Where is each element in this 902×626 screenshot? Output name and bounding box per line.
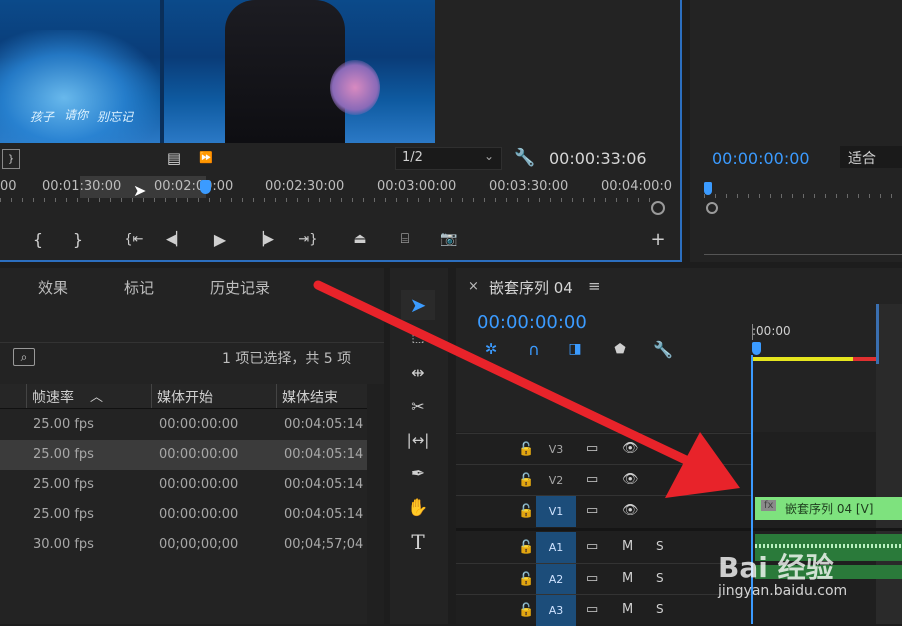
watermark-url: jingyan.baidu.com (718, 583, 848, 599)
watermark-brand: Bai 经验 (718, 551, 834, 584)
annotation-arrow-shaft (313, 280, 695, 467)
annotation-arrow-head (665, 432, 740, 498)
annotation-arrow (313, 280, 740, 498)
